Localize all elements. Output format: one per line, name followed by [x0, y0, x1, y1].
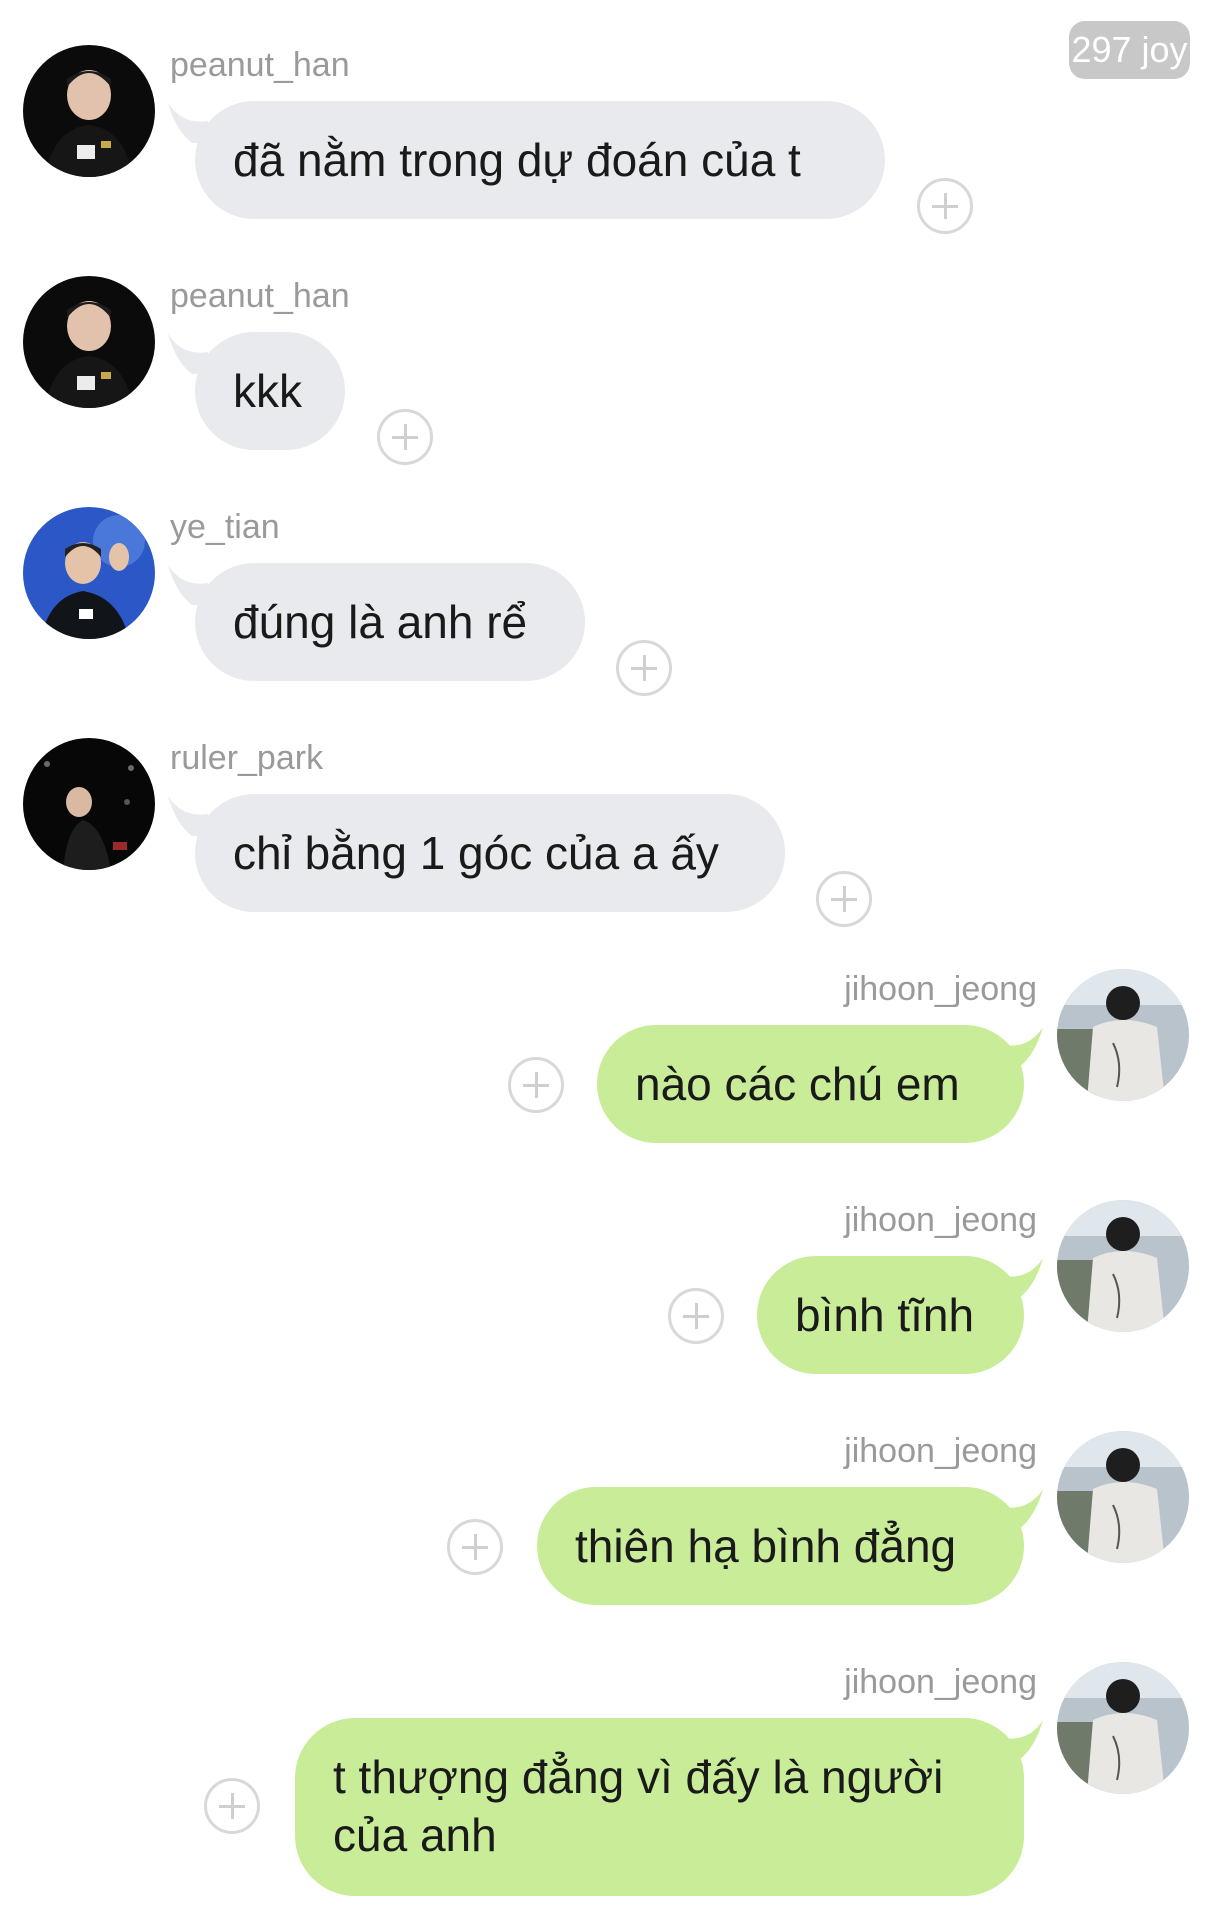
chat-message: jihoon_jeong nào các chú em — [0, 969, 1212, 1197]
sender-username: ruler_park — [170, 739, 324, 777]
chat-message: peanut_han kkk — [0, 276, 1212, 504]
message-bubble[interactable]: bình tĩnh — [757, 1256, 1024, 1374]
chat-message: jihoon_jeong bình tĩnh — [0, 1200, 1212, 1428]
sender-username: ye_tian — [170, 508, 280, 546]
add-reaction-button[interactable] — [668, 1288, 724, 1344]
peanut-han-avatar[interactable] — [23, 45, 155, 177]
message-text: kkk — [233, 365, 302, 417]
chat-message: jihoon_jeong t thượng đẳng vì đấy là ngư… — [0, 1662, 1212, 1920]
message-bubble[interactable]: kkk — [195, 332, 345, 450]
ye-tian-avatar[interactable] — [23, 507, 155, 639]
message-text-line: của anh — [333, 1809, 497, 1861]
jihoon-jeong-avatar[interactable] — [1057, 969, 1189, 1101]
message-text: chỉ bằng 1 góc của a ấy — [233, 827, 719, 879]
chat-message: peanut_han đã nằm trong dự đoán của t — [0, 45, 1212, 273]
jihoon-jeong-avatar[interactable] — [1057, 1662, 1189, 1794]
chat-message: ruler_park chỉ bằng 1 góc của a ấy — [0, 738, 1212, 966]
jihoon-jeong-avatar[interactable] — [1057, 1200, 1189, 1332]
peanut-han-avatar[interactable] — [23, 276, 155, 408]
add-reaction-button[interactable] — [377, 409, 433, 465]
sender-username: jihoon_jeong — [844, 1201, 1037, 1239]
message-text: thiên hạ bình đẳng — [575, 1520, 957, 1572]
chat-message: jihoon_jeong thiên hạ bình đẳng — [0, 1431, 1212, 1659]
sender-username: peanut_han — [170, 46, 350, 84]
message-text: bình tĩnh — [795, 1289, 975, 1341]
message-text-line: t thượng đẳng vì đấy là người — [333, 1751, 944, 1803]
add-reaction-button[interactable] — [447, 1519, 503, 1575]
sender-username: jihoon_jeong — [844, 1432, 1037, 1470]
sender-username: jihoon_jeong — [844, 1663, 1037, 1701]
message-bubble[interactable]: đã nằm trong dự đoán của t — [195, 101, 885, 219]
message-bubble[interactable]: thiên hạ bình đẳng — [537, 1487, 1024, 1605]
sender-username: peanut_han — [170, 277, 350, 315]
sender-username: jihoon_jeong — [844, 970, 1037, 1008]
add-reaction-button[interactable] — [917, 178, 973, 234]
add-reaction-button[interactable] — [508, 1057, 564, 1113]
add-reaction-button[interactable] — [616, 640, 672, 696]
message-bubble[interactable]: đúng là anh rể — [195, 563, 585, 681]
message-bubble[interactable]: t thượng đẳng vì đấy là người của anh — [295, 1718, 1024, 1896]
message-text: nào các chú em — [635, 1058, 960, 1110]
message-bubble[interactable]: nào các chú em — [597, 1025, 1024, 1143]
add-reaction-button[interactable] — [816, 871, 872, 927]
add-reaction-button[interactable] — [204, 1778, 260, 1834]
chat-message: ye_tian đúng là anh rể — [0, 507, 1212, 735]
message-bubble[interactable]: chỉ bằng 1 góc của a ấy — [195, 794, 785, 912]
message-text: đúng là anh rể — [233, 596, 528, 648]
ruler-park-avatar[interactable] — [23, 738, 155, 870]
message-text: đã nằm trong dự đoán của t — [233, 134, 801, 186]
jihoon-jeong-avatar[interactable] — [1057, 1431, 1189, 1563]
